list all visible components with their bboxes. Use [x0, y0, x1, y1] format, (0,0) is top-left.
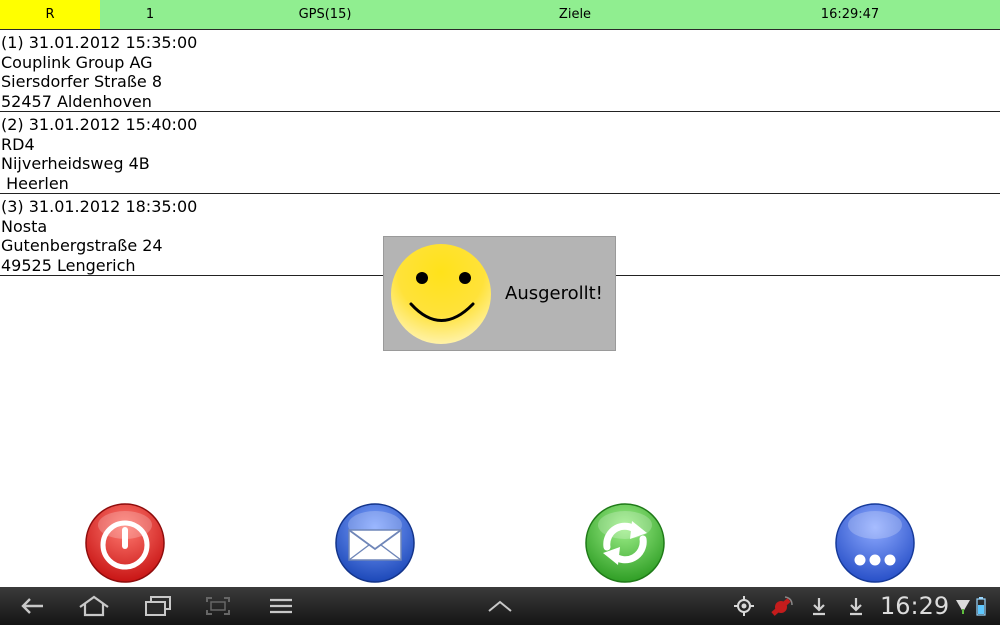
list-item[interactable]: (1) 31.01.2012 15:35:00 Couplink Group A…: [0, 30, 1000, 112]
download-status: [845, 587, 867, 625]
entry-header: (1) 31.01.2012 15:35:00: [1, 33, 198, 52]
expand-button[interactable]: [486, 587, 514, 625]
system-bar: 16:29: [0, 587, 1000, 625]
recent-apps-icon: [145, 596, 171, 616]
satellite-status: [768, 587, 796, 625]
back-button[interactable]: [14, 587, 50, 625]
status-ziele[interactable]: Ziele: [450, 0, 700, 29]
wifi-status: [954, 587, 972, 625]
status-r-label: R: [45, 7, 55, 22]
home-button[interactable]: [76, 587, 112, 625]
screenshot-button[interactable]: [202, 587, 234, 625]
entry-name: RD4: [1, 134, 35, 154]
download-icon: [813, 598, 825, 616]
menu-button[interactable]: [266, 587, 296, 625]
entry-name: Nosta: [1, 216, 48, 236]
message-button[interactable]: [335, 503, 415, 583]
satellite-icon: [771, 596, 793, 616]
status-time-label: 16:29:47: [820, 7, 880, 22]
battery-icon: [976, 597, 986, 616]
entry-street: Nijverheidsweg 4B: [1, 154, 150, 174]
expand-icon: [488, 600, 512, 612]
battery-status: [974, 587, 988, 625]
power-button[interactable]: [85, 503, 165, 583]
status-time: 16:29:47: [700, 0, 1000, 29]
entry-header: (3) 31.01.2012 18:35:00: [1, 197, 198, 216]
toast-message: Ausgerollt!: [505, 283, 603, 304]
status-r[interactable]: R: [0, 0, 100, 29]
entry-city: Heerlen: [1, 173, 69, 193]
screenshot-icon: [206, 597, 230, 615]
wifi-icon: [956, 600, 970, 614]
recent-apps-button[interactable]: [140, 587, 176, 625]
more-icon: [835, 503, 915, 583]
status-bar: R 1 GPS(15) Ziele 16:29:47: [0, 0, 1000, 30]
envelope-icon: [335, 503, 415, 583]
status-gps-label: GPS(15): [298, 7, 352, 22]
refresh-button[interactable]: [585, 503, 665, 583]
smiley-icon: [391, 243, 491, 344]
status-gps[interactable]: GPS(15): [200, 0, 450, 29]
gps-icon: [734, 596, 754, 616]
status-ziele-label: Ziele: [558, 7, 592, 22]
status-count[interactable]: 1: [100, 0, 200, 29]
more-button[interactable]: [835, 503, 915, 583]
status-count-label: 1: [145, 7, 155, 22]
entry-street: Siersdorfer Straße 8: [1, 72, 163, 92]
entry-name: Couplink Group AG: [1, 52, 153, 72]
download-status: [808, 587, 830, 625]
menu-icon: [270, 598, 292, 614]
power-icon: [85, 503, 165, 583]
refresh-icon: [585, 503, 665, 583]
entry-header: (2) 31.01.2012 15:40:00: [1, 115, 198, 134]
download-icon: [850, 598, 862, 616]
gps-status: [732, 587, 756, 625]
system-clock: 16:29: [880, 592, 950, 620]
toast-popup: Ausgerollt!: [383, 236, 616, 351]
entry-city: 52457 Aldenhoven: [1, 91, 152, 111]
list-item[interactable]: (2) 31.01.2012 15:40:00 RD4 Nijverheidsw…: [0, 112, 1000, 194]
back-icon: [21, 598, 43, 614]
home-icon: [79, 595, 109, 617]
